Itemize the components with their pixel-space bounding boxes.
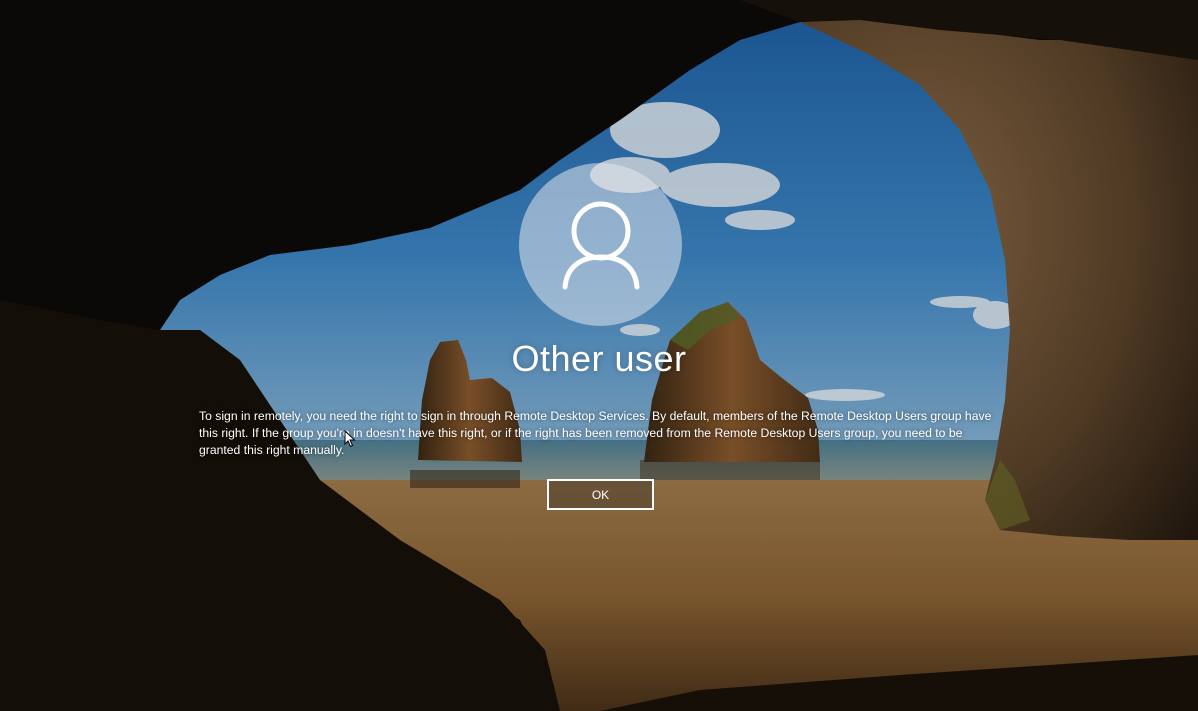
username-label: Other user: [511, 338, 687, 379]
user-avatar: [519, 163, 682, 326]
lock-screen: Other user To sign in remotely, you need…: [0, 0, 1198, 711]
mouse-cursor-icon: [344, 430, 356, 448]
remote-signin-error-message: To sign in remotely, you need the right …: [199, 409, 992, 457]
user-silhouette-icon: [562, 201, 639, 289]
ok-button[interactable]: OK: [547, 479, 654, 510]
